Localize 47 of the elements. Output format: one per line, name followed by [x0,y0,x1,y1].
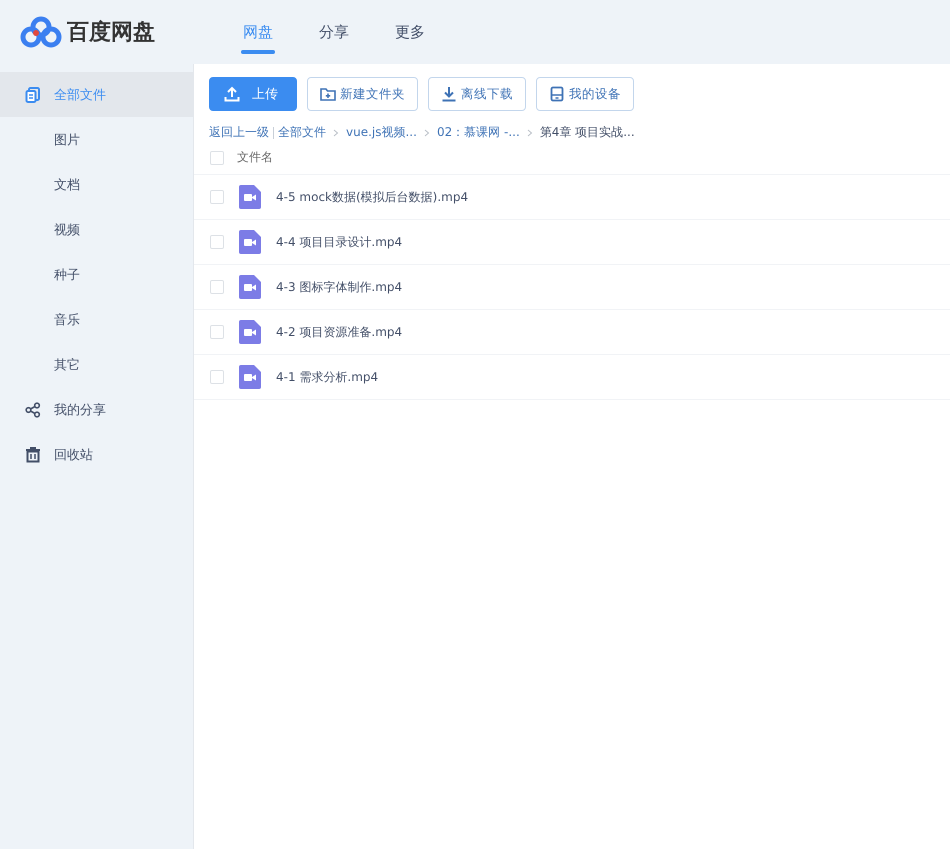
sidebar-item[interactable]: 其它 [0,342,193,387]
download-icon [441,86,457,102]
sidebar-item[interactable]: 我的分享 [0,387,193,432]
back-link[interactable]: 返回上一级 [209,124,269,141]
device-icon [549,86,565,102]
file-name[interactable]: 4-4 项目目录设计.mp4 [276,234,402,250]
toolbar-button[interactable]: 离线下载 [428,77,526,111]
trash-icon [25,446,41,462]
row-checkbox[interactable] [210,325,224,339]
file-name[interactable]: 4-5 mock数据(模拟后台数据).mp4 [276,188,468,206]
row-checkbox[interactable] [210,235,224,249]
sidebar-item[interactable]: 音乐 [0,297,193,342]
sidebar-item[interactable]: 文档 [0,162,193,207]
column-header: 文件名 [237,149,273,166]
share-icon [25,402,41,418]
sidebar-item[interactable]: 图片 [0,117,193,162]
video-file-icon [239,365,261,389]
file-name[interactable]: 4-2 项目资源准备.mp4 [276,324,402,340]
row-checkbox[interactable] [210,280,224,294]
breadcrumb-link[interactable]: 第4章 项目实战... [540,124,635,141]
chevron-icon [424,128,430,136]
video-file-icon [239,185,261,209]
folder-plus-icon [320,86,336,102]
sidebar-item[interactable]: 视频 [0,207,193,252]
logo-text: 百度网盘 [67,18,155,47]
cloud-logo-icon [19,16,63,48]
files-icon [25,86,41,102]
row-checkbox[interactable] [210,370,224,384]
breadcrumb-link[interactable]: 02：慕课网 -... [436,124,520,141]
video-file-icon [239,275,261,299]
sidebar-item[interactable]: 回收站 [0,432,193,477]
sidebar-item[interactable]: 种子 [0,252,193,297]
chevron-icon [333,128,339,136]
breadcrumb-link[interactable]: vue.js视频... [346,124,417,141]
video-file-icon [239,320,261,344]
toolbar-button[interactable]: 我的设备 [536,77,634,111]
video-file-icon [239,230,261,254]
nav-tab[interactable]: 更多 [393,0,427,64]
chevron-icon [526,128,533,136]
file-name[interactable]: 4-1 需求分析.mp4 [276,368,378,386]
select-all-checkbox[interactable] [210,150,224,164]
file-name[interactable]: 4-3 图标字体制作.mp4 [276,278,402,296]
row-checkbox[interactable] [210,190,224,204]
toolbar-button[interactable]: 新建文件夹 [307,77,418,111]
nav-tab[interactable]: 分享 [317,0,351,64]
upload-icon [224,86,240,102]
breadcrumb-link[interactable]: 全部文件 [278,124,326,141]
